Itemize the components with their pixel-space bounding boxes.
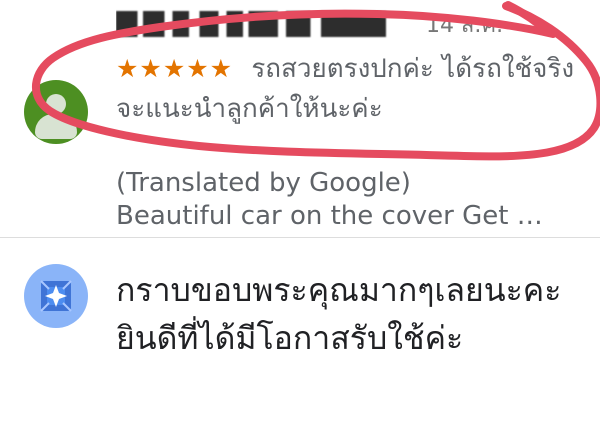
review-divider [0, 237, 600, 238]
review-screen: 14 ส.ค. ★★★★★ รถสวยตรงปกค่ะ ได้รถใช้จริง… [0, 0, 600, 440]
translated-review-block[interactable]: (Translated by Google) Beautiful car on … [116, 167, 576, 233]
avatar-head-icon [46, 94, 66, 114]
reviewer-avatar[interactable] [24, 80, 88, 144]
rating-stars: ★★★★★ [116, 54, 234, 83]
review-header: 14 ส.ค. [116, 7, 556, 39]
avatar-shoulders-icon [35, 114, 77, 139]
translated-review-text: Beautiful car on the cover Get … [116, 201, 543, 231]
redacted-reviewer-name [116, 11, 386, 37]
owner-reply-text: กราบขอบพระคุณมากๆเลยนะคะ ยินดีที่ได้มีโอ… [116, 271, 562, 357]
business-logo-icon [40, 280, 72, 312]
review-date: 14 ส.ค. [426, 13, 504, 38]
review-text-block: ★★★★★ รถสวยตรงปกค่ะ ได้รถใช้จริงจะแนะนำล… [116, 49, 576, 129]
owner-logo[interactable] [24, 264, 88, 328]
translated-label: (Translated by Google) [116, 168, 411, 198]
